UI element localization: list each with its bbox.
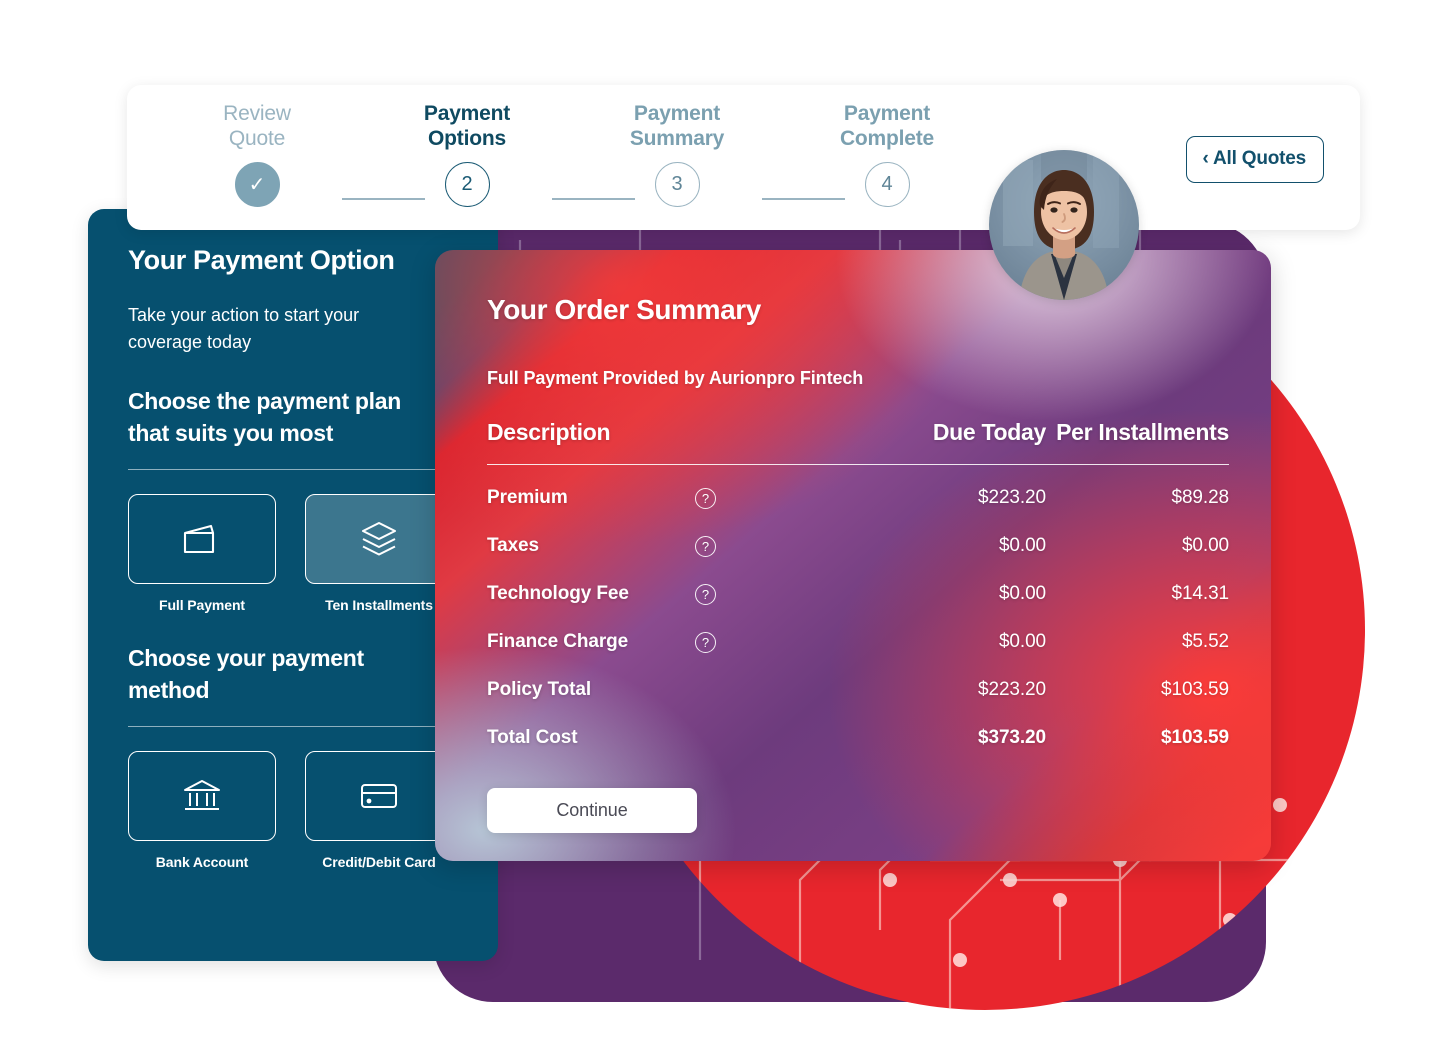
table-row: Technology Fee ? $0.00 $14.31 xyxy=(487,570,1229,618)
step-marker-2: 2 xyxy=(444,162,490,207)
row-help-cell: ? xyxy=(687,465,863,523)
row-description: Total Cost xyxy=(487,727,578,748)
row-due-today: $0.00 xyxy=(998,535,1046,556)
row-help-cell: ? xyxy=(687,570,863,618)
order-summary-table: Description Due Today Per Installments P… xyxy=(487,419,1229,762)
step-label-line1: Review xyxy=(223,102,291,125)
step-label-line2: Quote xyxy=(228,127,286,150)
row-per-installments: $5.52 xyxy=(1181,631,1229,652)
row-description: Taxes xyxy=(487,535,539,556)
layers-icon xyxy=(362,522,396,556)
table-row: Taxes ? $0.00 $0.00 xyxy=(487,522,1229,570)
row-due-today: $0.00 xyxy=(998,583,1046,604)
row-per-installments: $89.28 xyxy=(1171,487,1229,508)
continue-button[interactable]: Continue xyxy=(487,788,697,833)
step-review-quote[interactable]: Review Quote ✓ xyxy=(177,101,337,207)
help-icon[interactable]: ? xyxy=(695,632,716,653)
table-row: Finance Charge ? $0.00 $5.52 xyxy=(487,618,1229,666)
step-payment-complete[interactable]: Payment Complete 4 xyxy=(807,101,967,207)
method-tile-bank-account-label: Bank Account xyxy=(155,854,249,870)
method-tile-credit-debit-card[interactable]: Credit/Debit Card xyxy=(305,751,453,870)
row-description: Finance Charge xyxy=(487,631,629,652)
plan-tile-full-payment-box[interactable] xyxy=(128,494,276,584)
row-per-installments: $103.59 xyxy=(1161,727,1229,748)
row-help-cell xyxy=(687,666,863,714)
step-marker-check-icon: ✓ xyxy=(234,162,280,207)
row-per-installments: $103.59 xyxy=(1161,679,1229,700)
column-header-description: Description xyxy=(487,419,611,445)
plan-tile-full-payment[interactable]: Full Payment xyxy=(128,494,276,613)
table-row-total-cost: Total Cost $373.20 $103.59 xyxy=(487,714,1229,762)
bank-icon xyxy=(184,780,220,810)
step-label-line2: Options xyxy=(428,127,506,150)
row-per-installments: $14.31 xyxy=(1171,583,1229,604)
method-tile-bank-account[interactable]: Bank Account xyxy=(128,751,276,870)
method-tile-row: Bank Account Credit/Debit Card xyxy=(128,751,460,870)
wallet-icon xyxy=(183,524,215,554)
help-icon[interactable]: ? xyxy=(695,536,716,557)
step-label-line2: Complete xyxy=(839,127,935,150)
column-header-per-installments: Per Installments xyxy=(1056,419,1229,445)
column-header-spacer xyxy=(687,419,863,465)
row-due-today: $0.00 xyxy=(998,631,1046,652)
step-marker-4: 4 xyxy=(864,162,910,207)
row-description: Technology Fee xyxy=(487,583,629,604)
method-tile-credit-debit-card-label: Credit/Debit Card xyxy=(322,854,436,870)
plan-tile-ten-installments-label: Ten Installments xyxy=(325,597,433,613)
agent-avatar xyxy=(989,150,1139,300)
method-divider xyxy=(128,726,450,727)
method-tile-credit-debit-card-box[interactable] xyxy=(305,751,453,841)
panel-subtitle: Take your action to start your coverage … xyxy=(128,305,360,352)
row-due-today: $373.20 xyxy=(978,727,1046,748)
row-description: Premium xyxy=(487,487,568,508)
order-summary-card: Your Order Summary Full Payment Provided… xyxy=(435,250,1271,861)
stepper-card: Review Quote ✓ Payment Options 2 Payment… xyxy=(127,85,1360,230)
method-tile-bank-account-box[interactable] xyxy=(128,751,276,841)
plan-tile-ten-installments-box[interactable] xyxy=(305,494,453,584)
panel-title: Your Payment Option xyxy=(128,245,395,275)
step-label-line1: Payment xyxy=(423,102,511,125)
step-label-line1: Payment xyxy=(843,102,931,125)
row-help-cell xyxy=(687,714,863,762)
row-help-cell: ? xyxy=(687,522,863,570)
step-label-line1: Payment xyxy=(633,102,721,125)
table-row-policy-total: Policy Total $223.20 $103.59 xyxy=(487,666,1229,714)
step-label-line2: Summary xyxy=(629,127,725,150)
step-payment-summary[interactable]: Payment Summary 3 xyxy=(597,101,757,207)
avatar-photo xyxy=(989,150,1139,300)
method-heading: Choose your payment method xyxy=(128,645,364,703)
table-header-row: Description Due Today Per Installments xyxy=(487,419,1229,465)
order-summary-title: Your Order Summary xyxy=(487,294,761,325)
step-payment-options[interactable]: Payment Options 2 xyxy=(387,101,547,207)
help-icon[interactable]: ? xyxy=(695,488,716,509)
row-due-today: $223.20 xyxy=(978,679,1046,700)
all-quotes-button[interactable]: ‹ All Quotes xyxy=(1186,136,1324,183)
row-due-today: $223.20 xyxy=(978,487,1046,508)
step-marker-3: 3 xyxy=(654,162,700,207)
stepper-track: Review Quote ✓ Payment Options 2 Payment… xyxy=(177,101,967,221)
plan-heading: Choose the payment plan that suits you m… xyxy=(128,388,401,446)
help-icon[interactable]: ? xyxy=(695,584,716,605)
credit-card-icon xyxy=(361,784,397,808)
row-per-installments: $0.00 xyxy=(1181,535,1229,556)
plan-tile-ten-installments[interactable]: Ten Installments xyxy=(305,494,453,613)
plan-tile-row: Full Payment Ten Installments xyxy=(128,494,460,613)
table-row: Premium ? $223.20 $89.28 xyxy=(487,465,1229,523)
row-help-cell: ? xyxy=(687,618,863,666)
plan-divider xyxy=(128,469,450,470)
plan-tile-full-payment-label: Full Payment xyxy=(159,597,245,613)
order-summary-provider: Full Payment Provided by Aurionpro Finte… xyxy=(487,368,864,388)
row-description: Policy Total xyxy=(487,679,592,700)
column-header-due-today: Due Today xyxy=(932,419,1046,445)
